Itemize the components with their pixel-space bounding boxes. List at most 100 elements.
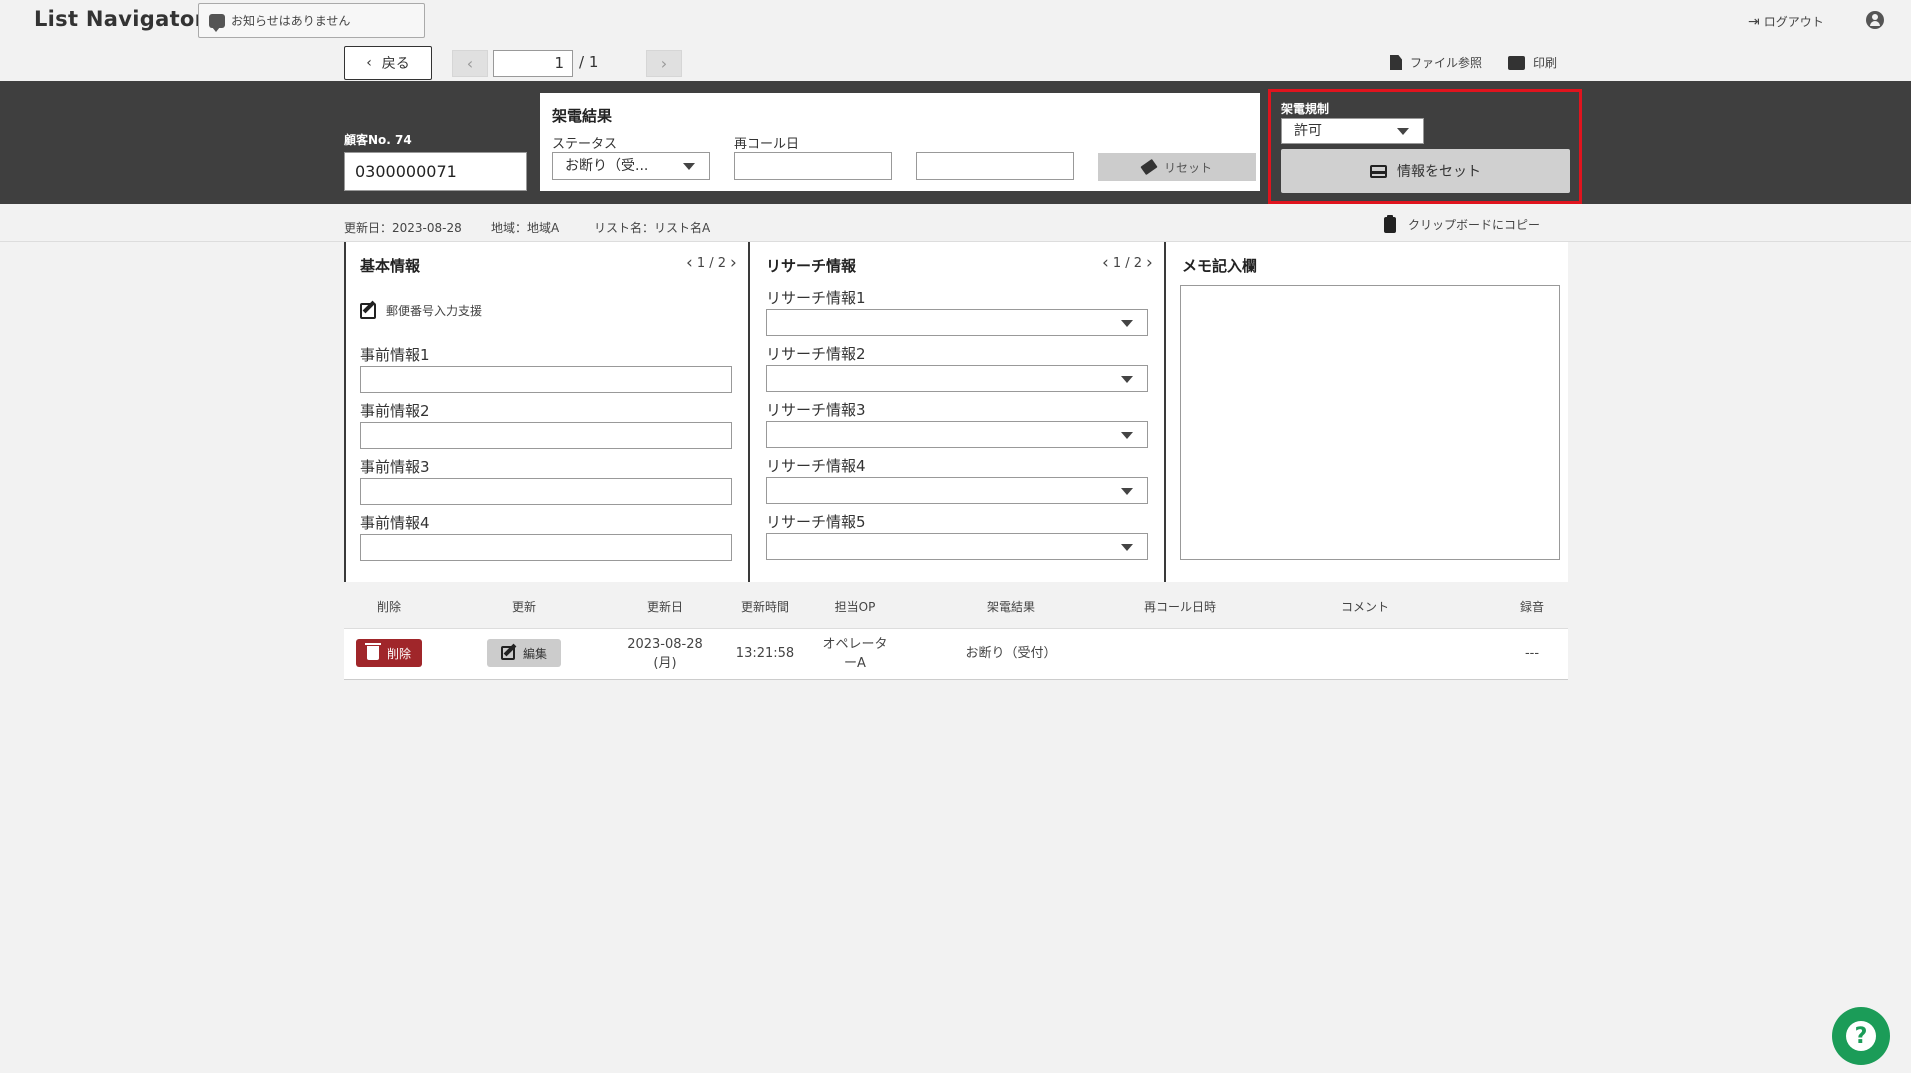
pre-info-4-input[interactable] xyxy=(360,534,732,561)
edit-icon xyxy=(500,646,515,660)
next-page-button[interactable]: › xyxy=(646,50,682,77)
column-header: 架電結果 xyxy=(986,600,1036,614)
call-history-table: 削除 更新 更新日 更新時間 担当OP 架電結果 再コール日時 コメント 録音 … xyxy=(344,582,1568,680)
pre-info-1-input[interactable] xyxy=(360,366,732,393)
logout-icon: ⇥ xyxy=(1748,13,1760,30)
print-link[interactable]: 印刷 xyxy=(1508,54,1557,71)
call-regulation-value: 許可 xyxy=(1294,123,1322,139)
recall-date-label: 再コール日 xyxy=(734,137,800,152)
research-info-3-select[interactable] xyxy=(766,421,1148,448)
column-header: 更新日 xyxy=(646,600,684,614)
chevron-left-icon[interactable]: ‹ xyxy=(686,255,693,272)
prev-page-button[interactable]: ‹ xyxy=(452,50,488,77)
customer-number-field[interactable]: 0300000071 xyxy=(344,152,527,191)
delete-label: 削除 xyxy=(386,646,411,661)
panel-divider xyxy=(344,242,346,582)
inbox-icon xyxy=(1370,164,1387,178)
recall-date-input[interactable] xyxy=(734,152,892,180)
chevron-left-icon: ‹ xyxy=(466,54,474,73)
back-button[interactable]: ‹ 戻る xyxy=(344,46,432,80)
panel-divider xyxy=(1164,242,1166,582)
clipboard-icon xyxy=(1384,214,1396,233)
chevron-right-icon[interactable]: › xyxy=(1146,255,1153,272)
printer-icon xyxy=(1508,55,1525,70)
copy-clipboard-link[interactable]: クリップボードにコピー xyxy=(1384,214,1541,233)
research-info-label: リサーチ情報1 xyxy=(766,289,866,307)
research-info-label: リサーチ情報3 xyxy=(766,401,866,419)
set-info-button[interactable]: 情報をセット xyxy=(1281,149,1570,193)
research-info-5-select[interactable] xyxy=(766,533,1148,560)
basic-info-pager: ‹ 1 / 2 › xyxy=(686,255,737,272)
pre-info-2-input[interactable] xyxy=(360,422,732,449)
trash-icon xyxy=(364,643,381,660)
file-ref-label: ファイル参照 xyxy=(1410,56,1483,70)
logout-label: ログアウト xyxy=(1763,15,1824,29)
edit-icon xyxy=(360,302,376,319)
pre-info-label: 事前情報2 xyxy=(360,402,430,420)
pre-info-label: 事前情報1 xyxy=(360,346,430,364)
updated-date: 更新日：2023-08-28 xyxy=(344,221,462,235)
eraser-icon xyxy=(1140,158,1158,176)
back-label: 戻る xyxy=(381,56,410,72)
table-header: 削除 更新 更新日 更新時間 担当OP 架電結果 再コール日時 コメント 録音 xyxy=(344,582,1568,629)
column-header: 更新時間 xyxy=(740,600,790,614)
memo-textarea[interactable] xyxy=(1180,285,1560,560)
row-result: お断り（受付） xyxy=(965,646,1057,661)
pre-info-label: 事前情報4 xyxy=(360,514,430,532)
postal-code-helper[interactable]: 郵便番号入力支援 xyxy=(360,302,482,319)
research-info-pager: ‹ 1 / 2 › xyxy=(1102,255,1153,272)
research-info-label: リサーチ情報4 xyxy=(766,457,866,475)
call-regulation-label: 架電規制 xyxy=(1281,102,1330,116)
row-date: 2023-08-28 (月) xyxy=(627,635,703,673)
chevron-right-icon[interactable]: › xyxy=(730,255,737,272)
recall-time-input[interactable] xyxy=(916,152,1074,180)
row-date-value: 2023-08-28 xyxy=(627,637,703,652)
caret-down-icon xyxy=(1121,544,1133,551)
list-name: リスト名：リスト名A xyxy=(594,221,711,235)
set-info-label: 情報をセット xyxy=(1397,164,1481,180)
research-info-page: 1 / 2 xyxy=(1112,255,1142,271)
research-info-2-select[interactable] xyxy=(766,365,1148,392)
table-row: 削除 編集 2023-08-28 (月) 13:21:58 オペレータ ーA お… xyxy=(344,629,1568,680)
research-info-1-select[interactable] xyxy=(766,309,1148,336)
file-ref-link[interactable]: ファイル参照 xyxy=(1390,54,1482,71)
customer-number-label: 顧客No. 74 xyxy=(344,133,412,147)
research-info-4-select[interactable] xyxy=(766,477,1148,504)
notice-box[interactable]: お知らせはありません xyxy=(198,3,425,38)
help-button[interactable]: ? xyxy=(1832,1007,1890,1065)
user-icon[interactable] xyxy=(1866,11,1884,29)
meta-row: 更新日：2023-08-28 地域：地域A リスト名：リスト名A クリップボード… xyxy=(0,204,1911,242)
research-info-title: リサーチ情報 xyxy=(766,257,857,275)
edit-button[interactable]: 編集 xyxy=(487,639,561,667)
chevron-left-icon[interactable]: ‹ xyxy=(1102,255,1109,272)
notice-text: お知らせはありません xyxy=(231,14,351,28)
basic-info-page: 1 / 2 xyxy=(696,255,726,271)
call-regulation-select[interactable]: 許可 xyxy=(1281,118,1424,144)
status-label: ステータス xyxy=(552,137,618,152)
caret-down-icon xyxy=(1397,128,1409,135)
caret-down-icon xyxy=(1121,432,1133,439)
call-regulation-panel: 架電規制 許可 情報をセット xyxy=(1268,89,1582,204)
clipboard-label: クリップボードにコピー xyxy=(1408,218,1541,232)
reset-button[interactable]: リセット xyxy=(1098,153,1256,181)
chevron-left-icon: ‹ xyxy=(366,55,372,71)
page-number-input[interactable]: 1 xyxy=(493,50,573,77)
app-logo[interactable]: List Navigator. xyxy=(34,7,211,31)
caret-down-icon xyxy=(1121,376,1133,383)
column-header: 録音 xyxy=(1519,600,1545,614)
postal-label: 郵便番号入力支援 xyxy=(386,304,483,318)
row-operator-line1: オペレータ xyxy=(822,637,888,652)
memo-title: メモ記入欄 xyxy=(1182,257,1258,275)
chat-icon xyxy=(209,13,225,32)
panel-divider xyxy=(748,242,750,582)
delete-button[interactable]: 削除 xyxy=(356,639,422,667)
status-select[interactable]: お断り（受... xyxy=(552,152,710,180)
reset-label: リセット xyxy=(1163,160,1212,175)
research-info-label: リサーチ情報5 xyxy=(766,513,866,531)
caret-down-icon xyxy=(683,163,695,170)
logout-link[interactable]: ⇥ ログアウト xyxy=(1748,13,1824,30)
pre-info-3-input[interactable] xyxy=(360,478,732,505)
row-operator-line2: ーA xyxy=(844,656,866,671)
file-upload-icon xyxy=(1390,55,1402,70)
print-label: 印刷 xyxy=(1533,56,1558,70)
